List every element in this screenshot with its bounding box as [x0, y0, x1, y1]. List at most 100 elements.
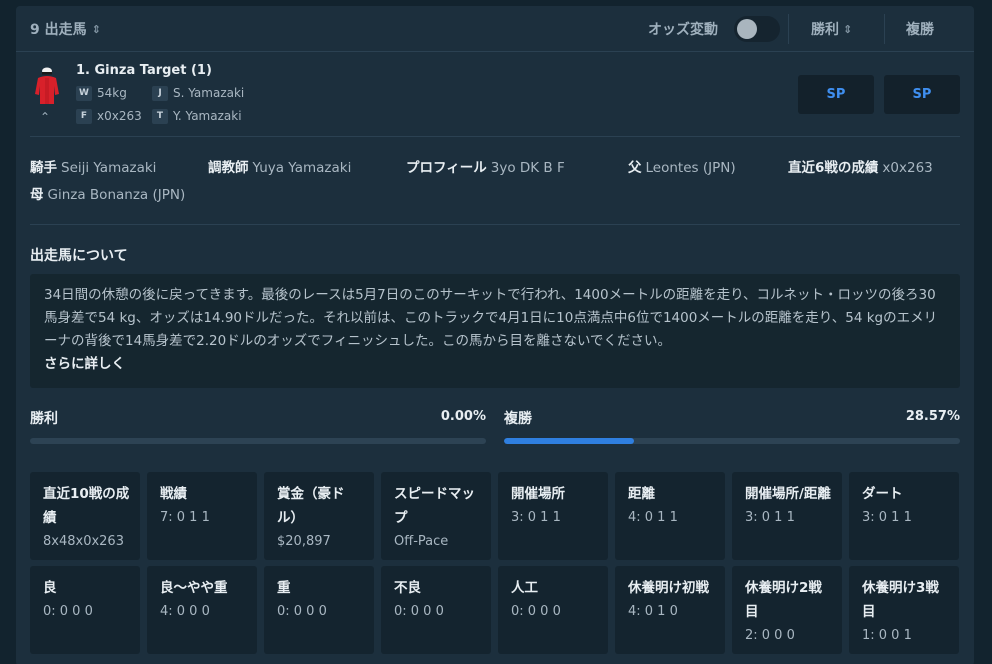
stat-card-value: $20,897: [277, 534, 331, 549]
stat-card-label: ダート: [862, 486, 903, 502]
runner-divider: [30, 136, 960, 137]
stat-card-label: 良: [43, 580, 57, 596]
stat-card-value: 2: 0 0 0: [745, 628, 795, 643]
info-divider: [30, 224, 960, 225]
stat-card-label: 賞金（豪ドル）: [277, 486, 345, 526]
runners-sort-button[interactable]: 9 出走馬 ⇕: [30, 19, 101, 39]
odds-change-label: オッズ変動: [648, 22, 718, 38]
stat-card: 開催場所 3: 0 1 1: [498, 472, 608, 560]
stat-card-value: 4: 0 0 0: [160, 604, 210, 619]
stat-card: 良〜やや重 4: 0 0 0: [147, 566, 257, 654]
info-dam: 母 Ginza Bonanza (JPN): [30, 183, 185, 203]
place-odds-button[interactable]: SP: [884, 75, 960, 114]
place-column-label: 複勝: [906, 22, 934, 38]
header-divider: [788, 14, 789, 44]
stat-card: 直近10戦の成績 8x48x0x263: [30, 472, 140, 560]
info-sire-label: 父: [628, 160, 642, 176]
stat-card-label: 良〜やや重: [160, 580, 228, 596]
jockey-value: S. Yamazaki: [173, 86, 245, 100]
weight-badge: W: [76, 86, 92, 101]
stat-card: 休養明け3戦目 1: 0 0 1: [849, 566, 959, 654]
stat-card: 休養明け2戦目 2: 0 0 0: [732, 566, 842, 654]
stat-card-value: 0: 0 0 0: [511, 604, 561, 619]
stat-card: 人工 0: 0 0 0: [498, 566, 608, 654]
about-title: 出走馬について: [30, 248, 128, 264]
sort-updown-icon: ⇕: [91, 22, 101, 36]
info-jockey-label: 騎手: [30, 160, 57, 176]
jockey-badge: J: [152, 86, 168, 101]
win-odds-button[interactable]: SP: [798, 75, 874, 114]
place-stat-label: 複勝: [504, 411, 532, 427]
stat-card-value: 0: 0 0 0: [43, 604, 93, 619]
win-column-label: 勝利: [811, 22, 839, 38]
about-box: 34日間の休憩の後に戻ってきます。最後のレースは5月7日のこのサーキットで行われ…: [30, 274, 960, 388]
stat-card-value: Off-Pace: [394, 534, 449, 549]
form-badge: F: [76, 109, 92, 124]
place-stat-value: 28.57%: [905, 409, 960, 424]
form-value: x0x263: [97, 109, 142, 123]
stat-card: 良 0: 0 0 0: [30, 566, 140, 654]
stat-card-label: 開催場所: [511, 486, 565, 502]
stat-card-label: 戦績: [160, 486, 187, 502]
stat-card-value: 4: 0 1 0: [628, 604, 678, 619]
runner-weight: W 54kg: [76, 86, 127, 101]
info-profile-label: プロフィール: [406, 160, 487, 176]
info-profile: プロフィール 3yo DK B F: [406, 156, 565, 176]
stat-card-value: 8x48x0x263: [43, 534, 124, 549]
chevron-up-icon: ⌃: [40, 110, 51, 124]
collapse-button[interactable]: ⌃: [40, 110, 50, 124]
jockey-silk-icon: [35, 67, 59, 104]
stat-card-value: 0: 0 0 0: [394, 604, 444, 619]
stat-card-label: 距離: [628, 486, 655, 502]
stat-card: スピードマップ Off-Pace: [381, 472, 491, 560]
stat-card-label: スピードマップ: [394, 486, 475, 526]
info-sire: 父 Leontes (JPN): [628, 156, 736, 176]
trainer-value: Y. Yamazaki: [173, 109, 242, 123]
info-trainer: 調教師 Yuya Yamazaki: [208, 156, 351, 176]
stat-card-label: 重: [277, 580, 291, 596]
stat-card-label: 休養明け初戦: [628, 580, 709, 596]
stat-card-label: 直近10戦の成績: [43, 486, 130, 526]
runner-name: 1. Ginza Target (1): [76, 63, 212, 78]
stat-card: 不良 0: 0 0 0: [381, 566, 491, 654]
stat-card-value: 4: 0 1 1: [628, 510, 678, 525]
win-progress-bar: [30, 438, 486, 444]
win-stat-value: 0.00%: [440, 409, 486, 424]
info-dam-value: Ginza Bonanza (JPN): [47, 187, 186, 203]
runners-count-label: 9 出走馬: [30, 22, 87, 38]
info-last6-value: x0x263: [882, 160, 933, 176]
info-jockey: 騎手 Seiji Yamazaki: [30, 156, 156, 176]
trainer-badge: T: [152, 109, 168, 124]
info-profile-value: 3yo DK B F: [490, 160, 565, 176]
stat-card-label: 人工: [511, 580, 538, 596]
odds-change-toggle[interactable]: [734, 16, 780, 42]
stats-grid: 直近10戦の成績 8x48x0x263 戦績 7: 0 1 1 賞金（豪ドル） $20,8…: [30, 472, 960, 654]
runner-jockey: J S. Yamazaki: [152, 86, 244, 101]
stat-card-label: 休養明け3戦目: [862, 580, 939, 620]
stat-card-value: 3: 0 1 1: [745, 510, 795, 525]
stat-card: 戦績 7: 0 1 1: [147, 472, 257, 560]
stat-card-value: 3: 0 1 1: [862, 510, 912, 525]
sort-updown-icon: ⇕: [843, 22, 853, 36]
weight-value: 54kg: [97, 86, 127, 100]
read-more-link[interactable]: さらに詳しく: [44, 353, 946, 376]
stat-card: 距離 4: 0 1 1: [615, 472, 725, 560]
win-stat-label: 勝利: [30, 411, 58, 427]
info-jockey-value: Seiji Yamazaki: [61, 160, 157, 176]
stat-card-value: 7: 0 1 1: [160, 510, 210, 525]
stat-card: 賞金（豪ドル） $20,897: [264, 472, 374, 560]
stat-card-value: 0: 0 0 0: [277, 604, 327, 619]
place-progress-fill: [504, 438, 635, 444]
header-divider: [884, 14, 885, 44]
stat-card: 重 0: 0 0 0: [264, 566, 374, 654]
stat-card-label: 不良: [394, 580, 421, 596]
info-dam-label: 母: [30, 187, 44, 203]
info-last6: 直近6戦の成績 x0x263: [788, 156, 933, 176]
place-progress-bar: [504, 438, 960, 444]
win-sort-button[interactable]: 勝利 ⇕: [811, 19, 852, 39]
info-last6-label: 直近6戦の成績: [788, 160, 879, 176]
stat-card: 開催場所/距離 3: 0 1 1: [732, 472, 842, 560]
runner-trainer: T Y. Yamazaki: [152, 109, 242, 124]
stat-card: ダート 3: 0 1 1: [849, 472, 959, 560]
panel-header: 9 出走馬 ⇕ オッズ変動 勝利 ⇕ 複勝: [16, 6, 974, 52]
